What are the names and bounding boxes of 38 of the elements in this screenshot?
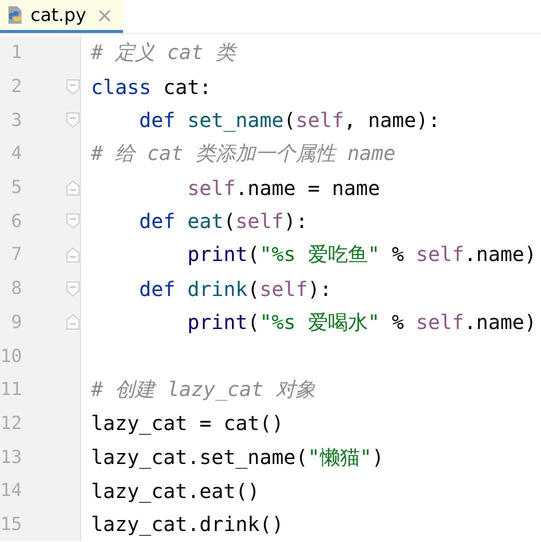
code-line: print("%s 爱吃鱼" % self.name) (186, 242, 536, 266)
code-line: lazy_cat.set_name("懒猫") (91, 444, 384, 469)
code-line: lazy_cat.drink() (91, 512, 284, 536)
tab-label: cat.py (30, 4, 86, 26)
code-line: lazy_cat.eat() (91, 478, 260, 503)
line-number: 11 (0, 379, 22, 400)
line-number: 2 (10, 76, 22, 98)
fold-icon[interactable] (66, 112, 80, 128)
code-line: def set_name(self, name): (138, 108, 440, 132)
line-number: 12 (0, 412, 22, 434)
code-line: print("%s 爱喝水" % self.name) (186, 310, 536, 334)
line-number: 1 (10, 42, 22, 64)
fold-icon[interactable] (66, 213, 80, 230)
file-tab[interactable]: cat.py × (0, 0, 123, 33)
line-number: 4 (10, 143, 22, 164)
code-line: # 定义 cat 类 (91, 40, 236, 64)
code-line: def drink(self): (138, 276, 332, 301)
fold-icon[interactable] (66, 246, 80, 263)
line-number: 10 (0, 346, 22, 367)
code-line: # 创建 lazy_cat 对象 (91, 377, 316, 402)
line-number: 6 (10, 210, 22, 232)
line-number: 13 (0, 446, 22, 468)
fold-icon[interactable] (66, 180, 80, 196)
fold-icon[interactable] (66, 314, 80, 330)
line-number: 3 (10, 110, 22, 131)
line-number: 9 (10, 312, 22, 333)
fold-icon[interactable] (66, 280, 80, 297)
code-line: class cat: (91, 74, 212, 99)
fold-icon[interactable] (66, 78, 80, 95)
code-line: # 给 cat 类添加一个属性 name (91, 141, 396, 166)
code-line: self.name = name (186, 176, 380, 200)
line-number: 14 (0, 480, 22, 502)
line-number: 7 (10, 244, 22, 266)
line-number: 5 (10, 177, 22, 198)
code-line: lazy_cat = cat() (91, 411, 284, 436)
code-line: def eat(self): (138, 209, 308, 234)
line-number: 8 (10, 278, 22, 300)
line-number: 15 (0, 514, 22, 535)
